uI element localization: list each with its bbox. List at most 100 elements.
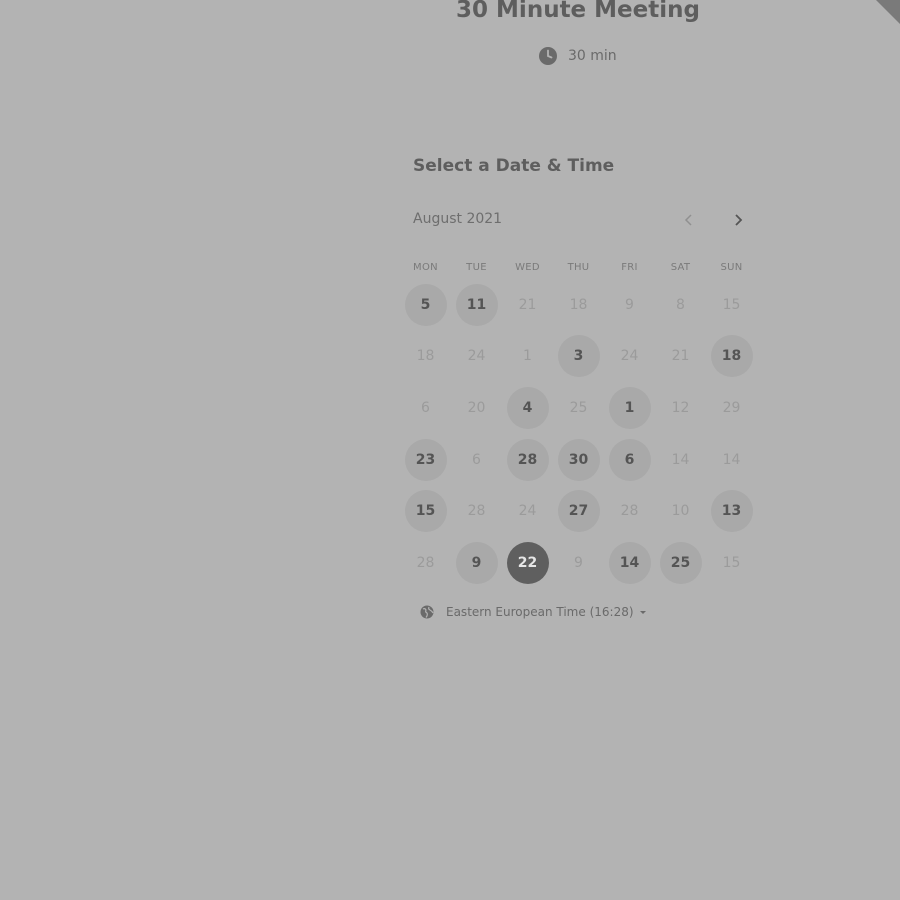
calendar-day-selected[interactable]: 22 <box>502 537 553 589</box>
calendar-day: 21 <box>655 331 706 383</box>
calendar-day-number: 15 <box>722 554 741 571</box>
calendar-day: 29 <box>706 382 757 434</box>
calendar-day: 15 <box>706 279 757 331</box>
timezone-label: Eastern European Time (16:28) <box>446 605 634 619</box>
calendar-day-number: 14 <box>608 541 651 584</box>
weekday-tue: TUE <box>466 262 487 273</box>
calendar-day: 20 <box>451 382 502 434</box>
weekday-fri: FRI <box>621 262 638 273</box>
calendar-day[interactable]: 18 <box>706 331 757 383</box>
calendar-day-number: 21 <box>518 296 537 313</box>
calendar-day[interactable]: 1 <box>604 382 655 434</box>
calendar-day-number: 6 <box>608 438 651 481</box>
calendar-day-number: 25 <box>569 399 588 416</box>
event-duration: 30 min <box>538 46 617 66</box>
calendar-day[interactable]: 13 <box>706 485 757 537</box>
calendar-day-number: 6 <box>472 451 481 468</box>
calendar-day: 12 <box>655 382 706 434</box>
calendar-day-number: 24 <box>518 503 537 520</box>
calendar-day-number: 4 <box>506 386 549 429</box>
calendar-day-number: 1 <box>608 386 651 429</box>
calendar-day-number: 21 <box>671 348 690 365</box>
weekday-header: MON TUE WED THU FRI SAT SUN <box>400 262 757 273</box>
calendar-day[interactable]: 3 <box>553 331 604 383</box>
calendar-day[interactable]: 27 <box>553 485 604 537</box>
calendar-day[interactable]: 5 <box>400 279 451 331</box>
calendar-day: 21 <box>502 279 553 331</box>
calendar-day-number: 15 <box>404 490 447 533</box>
calendar-day[interactable]: 15 <box>400 485 451 537</box>
caret-down-icon <box>639 610 646 614</box>
calendar-day[interactable]: 30 <box>553 434 604 486</box>
event-title: 30 Minute Meeting <box>456 0 700 23</box>
clock-icon <box>538 46 558 66</box>
calendar-day-number: 24 <box>620 348 639 365</box>
globe-icon <box>420 605 434 619</box>
calendar-day-number: 9 <box>455 541 498 584</box>
calendar-day-number: 20 <box>467 399 486 416</box>
calendar-day[interactable]: 14 <box>604 537 655 589</box>
calendar-day: 18 <box>553 279 604 331</box>
calendar-day-number: 18 <box>416 348 435 365</box>
month-label: August 2021 <box>413 211 503 227</box>
calendar-day: 28 <box>604 485 655 537</box>
calendar-day: 6 <box>451 434 502 486</box>
prev-month-button[interactable] <box>677 208 701 232</box>
calendar-day-number: 22 <box>506 541 549 584</box>
calendar-day-number: 28 <box>416 554 435 571</box>
calendar-day-number: 6 <box>421 399 430 416</box>
calendar-day: 25 <box>553 382 604 434</box>
calendar-day: 24 <box>502 485 553 537</box>
calendar-day: 9 <box>604 279 655 331</box>
next-month-button[interactable] <box>726 208 750 232</box>
calendar-day: 28 <box>451 485 502 537</box>
calendar-day[interactable]: 11 <box>451 279 502 331</box>
timezone-selector[interactable]: Eastern European Time (16:28) <box>420 605 646 619</box>
duration-label: 30 min <box>568 48 617 64</box>
calendar-day-number: 9 <box>625 296 634 313</box>
calendar-day[interactable]: 23 <box>400 434 451 486</box>
calendar-day: 18 <box>400 331 451 383</box>
calendar-day-number: 25 <box>659 541 702 584</box>
calendar-day: 10 <box>655 485 706 537</box>
calendar-day-number: 8 <box>676 296 685 313</box>
calendar-day: 8 <box>655 279 706 331</box>
calendar-day: 1 <box>502 331 553 383</box>
calendar-grid: 5 11 21 18 9 8 15 18 24 1 3 24 21 18 6 20 4 25 1 12 29 23 6 28 3… <box>400 279 757 589</box>
calendar-day-number: 9 <box>574 554 583 571</box>
calendar-day-number: 28 <box>620 503 639 520</box>
chevron-right-icon <box>735 214 743 226</box>
calendar-day-number: 28 <box>506 438 549 481</box>
weekday-sat: SAT <box>670 262 691 273</box>
calendar-day-number: 1 <box>523 348 532 365</box>
calendar-day-number: 23 <box>404 438 447 481</box>
section-heading: Select a Date & Time <box>413 156 615 176</box>
calendar-day-number: 27 <box>557 490 600 533</box>
calendar-day[interactable]: 6 <box>604 434 655 486</box>
calendar-day: 14 <box>655 434 706 486</box>
calendar-day-number: 18 <box>710 335 753 378</box>
weekday-sun: SUN <box>720 262 743 273</box>
weekday-mon: MON <box>413 262 438 273</box>
calendar-day-number: 13 <box>710 490 753 533</box>
calendar-day[interactable]: 9 <box>451 537 502 589</box>
calendar-day-number: 29 <box>722 399 741 416</box>
chevron-left-icon <box>684 214 692 226</box>
calendar-day-number: 28 <box>467 503 486 520</box>
calendar-day: 9 <box>553 537 604 589</box>
calendar-day-number: 12 <box>671 399 690 416</box>
calendar-day-number: 3 <box>557 335 600 378</box>
calendar-day-number: 5 <box>404 283 447 326</box>
calendar-day[interactable]: 4 <box>502 382 553 434</box>
calendar-day-number: 10 <box>671 503 690 520</box>
weekday-wed: WED <box>515 262 540 273</box>
weekday-thu: THU <box>567 262 590 273</box>
calendar-day-number: 30 <box>557 438 600 481</box>
calendar-day: 24 <box>451 331 502 383</box>
calendar-day: 15 <box>706 537 757 589</box>
calendar-day-number: 24 <box>467 348 486 365</box>
calendar-day-number: 14 <box>722 451 741 468</box>
calendar-day[interactable]: 25 <box>655 537 706 589</box>
calendar-day-number: 14 <box>671 451 690 468</box>
calendar-day[interactable]: 28 <box>502 434 553 486</box>
